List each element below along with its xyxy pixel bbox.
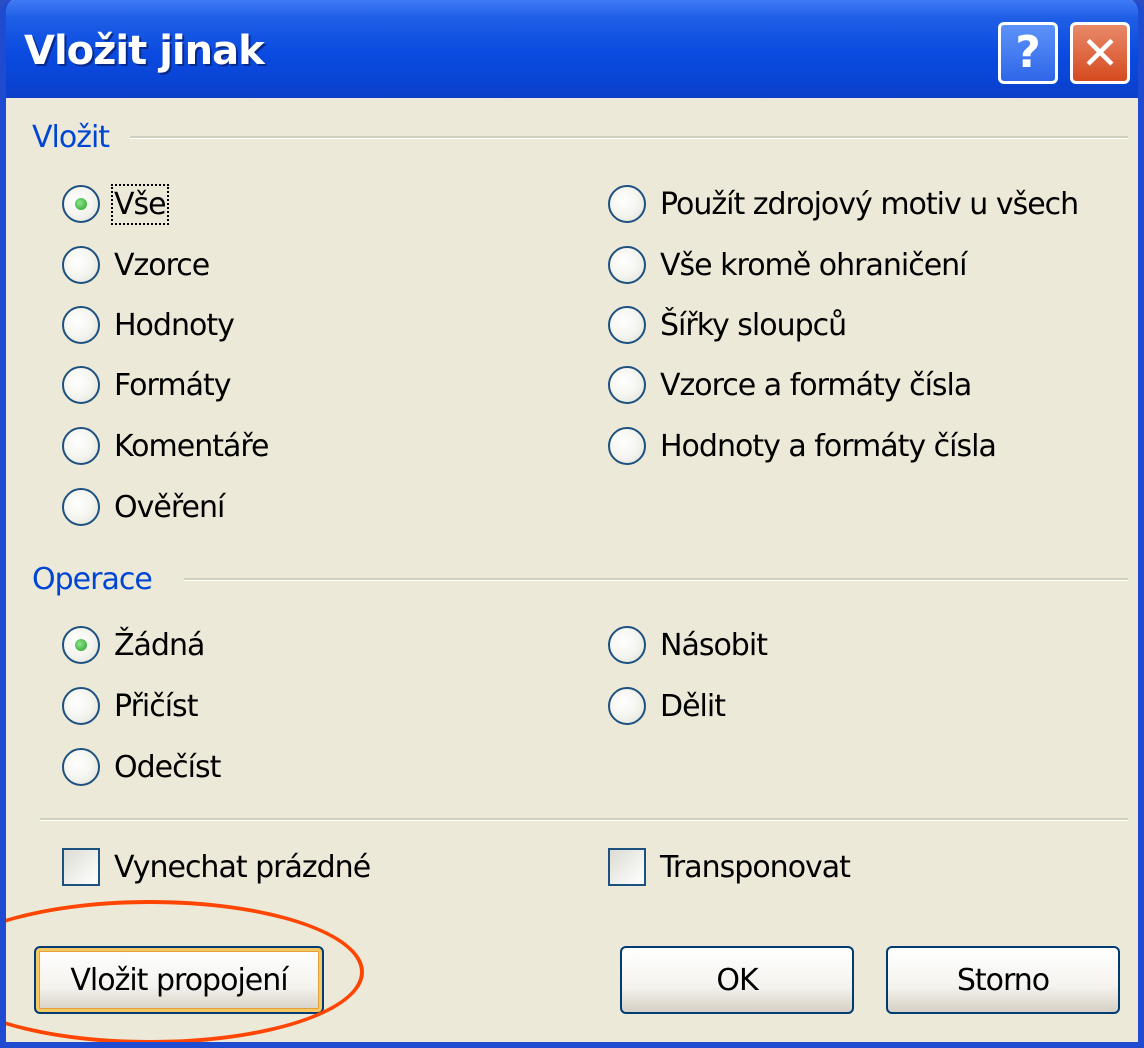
radio-label: Šířky sloupců — [660, 307, 847, 343]
radio-button[interactable] — [608, 185, 646, 223]
radio-label: Vše — [111, 183, 169, 225]
radio-label: Přičíst — [114, 688, 198, 724]
radio-paste-values[interactable]: Hodnoty — [62, 303, 235, 347]
radio-label: Formáty — [114, 367, 231, 403]
dialog-title: Vložit jinak — [24, 28, 265, 74]
close-icon: ✕ — [1080, 26, 1120, 80]
radio-paste-formats[interactable]: Formáty — [62, 363, 231, 407]
radio-paste-all[interactable]: Vše — [62, 182, 169, 226]
paste-special-dialog: Vložit jinak ? ✕ Vložit Vše Vzorce Hodno… — [0, 0, 1144, 1048]
radio-button[interactable] — [62, 626, 100, 664]
help-button[interactable]: ? — [998, 22, 1058, 84]
radio-label: Komentáře — [114, 428, 270, 464]
paste-group-label: Vložit — [32, 120, 110, 155]
question-mark-icon: ? — [1015, 27, 1041, 78]
radio-paste-all-except-borders[interactable]: Vše kromě ohraničení — [608, 243, 967, 287]
checkbox-label: Transponovat — [660, 849, 851, 885]
close-button[interactable]: ✕ — [1070, 22, 1130, 84]
radio-label: Dělit — [660, 688, 726, 724]
radio-operation-none[interactable]: Žádná — [62, 623, 205, 667]
radio-button[interactable] — [608, 306, 646, 344]
radio-label: Ověření — [114, 489, 225, 525]
radio-button[interactable] — [62, 488, 100, 526]
radio-operation-subtract[interactable]: Odečíst — [62, 745, 221, 789]
radio-operation-add[interactable]: Přičíst — [62, 684, 198, 728]
radio-paste-comments[interactable]: Komentáře — [62, 424, 270, 468]
radio-paste-formulas[interactable]: Vzorce — [62, 243, 210, 287]
radio-button[interactable] — [62, 687, 100, 725]
radio-operation-divide[interactable]: Dělit — [608, 684, 726, 728]
radio-label: Odečíst — [114, 749, 221, 785]
radio-button[interactable] — [62, 427, 100, 465]
radio-paste-values-number-formats[interactable]: Hodnoty a formáty čísla — [608, 424, 997, 468]
radio-label: Hodnoty a formáty čísla — [660, 428, 997, 464]
checkbox-box[interactable] — [608, 848, 646, 886]
operation-group-label: Operace — [32, 562, 153, 597]
radio-label: Vzorce — [114, 247, 210, 283]
radio-label: Násobit — [660, 627, 768, 663]
radio-button[interactable] — [608, 427, 646, 465]
checkbox-skip-blanks[interactable]: Vynechat prázdné — [62, 845, 371, 889]
cancel-button[interactable]: Storno — [886, 946, 1120, 1014]
paste-group-divider — [130, 136, 1128, 139]
radio-label: Hodnoty — [114, 307, 235, 343]
section-separator — [40, 818, 1128, 821]
radio-label: Vzorce a formáty čísla — [660, 367, 972, 403]
radio-paste-validation[interactable]: Ověření — [62, 485, 225, 529]
radio-label: Žádná — [114, 627, 205, 663]
radio-button[interactable] — [62, 185, 100, 223]
radio-button[interactable] — [608, 366, 646, 404]
title-bar[interactable]: Vložit jinak ? ✕ — [6, 0, 1138, 98]
checkbox-transpose[interactable]: Transponovat — [608, 845, 851, 889]
checkbox-label: Vynechat prázdné — [114, 849, 371, 885]
radio-button[interactable] — [62, 748, 100, 786]
radio-button[interactable] — [62, 306, 100, 344]
radio-paste-source-theme[interactable]: Použít zdrojový motiv u všech — [608, 182, 1079, 226]
checkbox-box[interactable] — [62, 848, 100, 886]
radio-label: Použít zdrojový motiv u všech — [660, 186, 1079, 222]
radio-button[interactable] — [608, 626, 646, 664]
paste-link-button[interactable]: Vložit propojení — [34, 946, 324, 1014]
radio-paste-column-widths[interactable]: Šířky sloupců — [608, 303, 847, 347]
radio-operation-multiply[interactable]: Násobit — [608, 623, 768, 667]
radio-button[interactable] — [62, 246, 100, 284]
radio-label: Vše kromě ohraničení — [660, 247, 967, 283]
radio-paste-formulas-number-formats[interactable]: Vzorce a formáty čísla — [608, 363, 972, 407]
operation-group-divider — [184, 578, 1128, 581]
radio-button[interactable] — [608, 687, 646, 725]
radio-button[interactable] — [608, 246, 646, 284]
radio-button[interactable] — [62, 366, 100, 404]
ok-button[interactable]: OK — [620, 946, 854, 1014]
